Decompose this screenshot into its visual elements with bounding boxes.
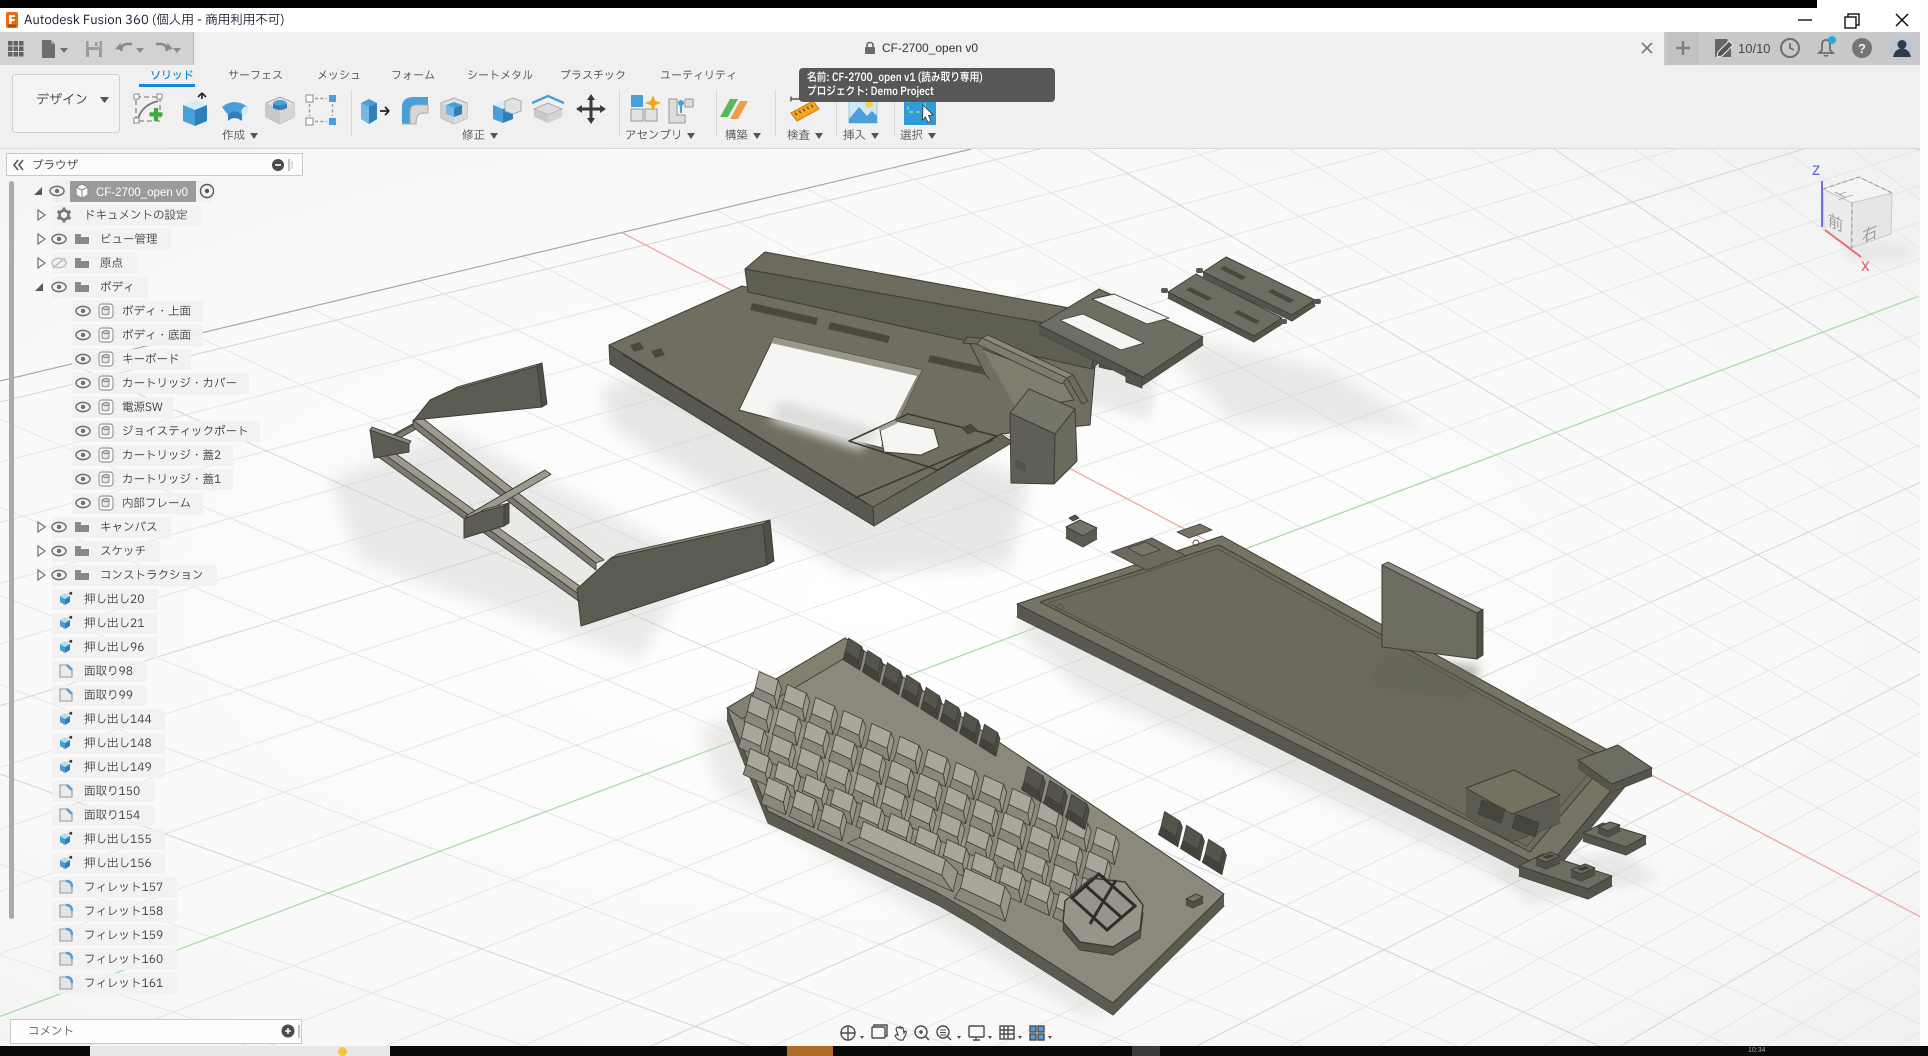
svg-text:10/10: 10/10 xyxy=(1738,41,1771,56)
svg-text:CF-2700_open v0: CF-2700_open v0 xyxy=(96,187,188,199)
svg-text:?: ? xyxy=(1858,41,1866,56)
